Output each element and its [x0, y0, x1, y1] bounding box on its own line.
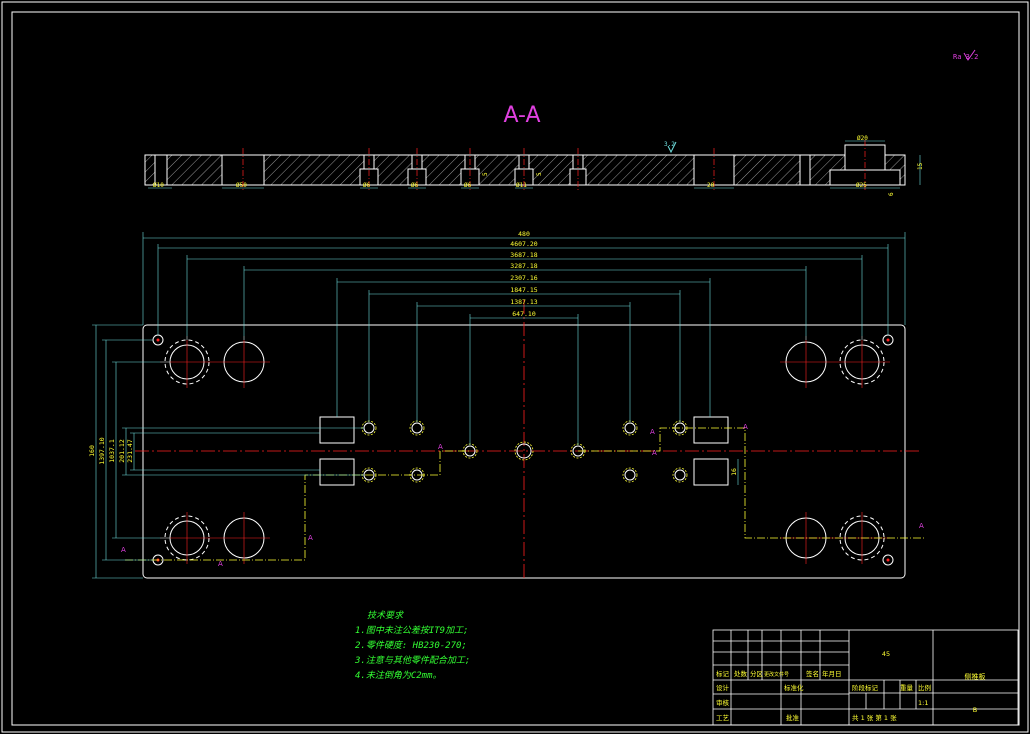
tb-stage-label: 比例 — [918, 683, 931, 692]
section-dim-label: 5 — [482, 172, 489, 176]
dim-label: 2307.16 — [510, 274, 537, 282]
dim-label: 1387.13 — [510, 298, 537, 306]
tb-side-label: 设计 — [716, 683, 730, 692]
dim-label: 1397.10 — [98, 437, 106, 464]
section-marker: A — [919, 522, 924, 530]
threaded-hole — [411, 422, 423, 434]
tb-header: 处数 — [734, 669, 748, 678]
section-dim-label: Ø6 — [411, 182, 419, 189]
section-dim-label: Ø10 — [153, 182, 164, 189]
tb-sheet: 共 1 张 第 1 张 — [852, 713, 897, 722]
tb-header: 签名 — [806, 669, 819, 678]
section-marker: A — [308, 534, 313, 542]
section-path-left — [125, 450, 470, 561]
tb-header: 分区 — [750, 669, 764, 678]
section-title: A-A — [503, 103, 540, 128]
section-hole — [799, 154, 811, 186]
tb-stage-label: 阶段标记 — [852, 683, 879, 692]
slot — [693, 458, 729, 486]
section-dim-label: Ø6 — [464, 182, 472, 189]
dim-label: 3687.18 — [510, 251, 537, 259]
tb-part-name: 侧推板 — [965, 672, 986, 681]
tech-note-item: 3.注意与其他零件配合加工; — [355, 656, 471, 666]
section-dim-label: Ø50 — [236, 182, 247, 189]
dim-label: 480 — [518, 230, 530, 238]
section-hole — [154, 154, 168, 186]
threaded-hole — [624, 422, 636, 434]
section-marker: A — [218, 560, 223, 568]
section-thickness-label: 15 — [917, 162, 924, 170]
dim-label: 647.10 — [512, 310, 536, 318]
title-block-text: 标记 处数 分区 更改文件号 签名 年月日 设计 审核 工艺 标准化 批准 阶段… — [716, 650, 986, 722]
slot — [319, 416, 355, 444]
tb-side-label: 审核 — [716, 698, 730, 707]
tech-notes-title: 技术要求 — [367, 611, 404, 621]
section-markers: A A A A A A A A — [121, 423, 924, 568]
threaded-hole — [674, 469, 686, 481]
section-dim-label: 20 — [707, 182, 715, 189]
tb-stage-label: 重量 — [900, 684, 914, 692]
tb-material: 45 — [882, 650, 890, 658]
tb-side-label: 工艺 — [716, 714, 730, 722]
section-marker: A — [650, 428, 655, 436]
section-dim-label: 6 — [888, 192, 895, 196]
section-dim-label: 5 — [536, 172, 543, 176]
threaded-hole — [363, 422, 375, 434]
dim-label: 160 — [88, 445, 96, 457]
section-marker: A — [438, 443, 443, 451]
dim-label: 4607.20 — [510, 240, 537, 248]
section-dim-label: Ø25 — [856, 182, 867, 189]
tb-mid-label: 批准 — [786, 713, 800, 722]
dim-label: 1847.15 — [510, 286, 537, 294]
plan-view — [125, 300, 925, 580]
tb-code: B — [973, 706, 977, 714]
tb-header: 标记 — [716, 669, 730, 678]
dim-label: 1037.1 — [108, 439, 116, 463]
tb-mid-label: 标准化 — [784, 683, 804, 692]
tech-note-item: 1.图中未注公差按IT9加工; — [355, 626, 469, 636]
tech-note-item: 4.未注倒角为C2mm。 — [355, 671, 442, 681]
dim-label: 201.12 — [118, 439, 126, 463]
horizontal-dimension-labels: 480 4607.20 3687.18 3287.18 2307.16 1847… — [510, 230, 537, 318]
dim-label: 3287.18 — [510, 262, 537, 270]
dim-label: 231.47 — [126, 439, 134, 463]
section-dim-label: Ø20 — [857, 135, 868, 142]
tb-header: 更改文件号 — [764, 671, 789, 678]
section-dim-label: Ø6 — [363, 182, 371, 189]
threaded-hole — [624, 469, 636, 481]
drawing-canvas: Ra 3.2 A-A 3.2 Ø10 Ø50 Ø6 Ø6 Ø6 Ø11 20 Ø… — [1, 1, 1029, 733]
slot — [319, 458, 355, 486]
vertical-dimensions — [92, 324, 739, 579]
section-marker: A — [652, 449, 657, 457]
roughness-default-symbol: Ra 3.2 — [953, 53, 978, 61]
tb-scale: 1:1 — [918, 699, 928, 707]
tech-note-item: 2.零件硬度: HB230-270; — [355, 641, 467, 651]
section-marker: A — [121, 546, 126, 554]
dim-label: 16 — [730, 468, 738, 476]
slot — [693, 416, 729, 444]
section-marker: A — [743, 423, 748, 431]
section-dim-label: Ø11 — [516, 182, 527, 189]
tb-header: 年月日 — [822, 669, 842, 678]
section-path-right — [578, 427, 925, 539]
